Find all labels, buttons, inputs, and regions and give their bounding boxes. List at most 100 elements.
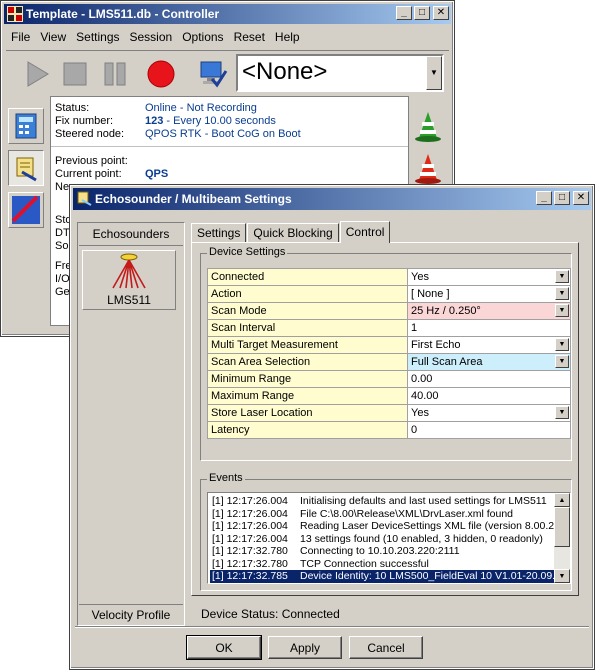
event-row[interactable]: [1] 12:17:26.004 File C:\8.00\Release\XML…: [210, 508, 554, 521]
pause-button[interactable]: [98, 57, 132, 91]
setting-value: [ None ]: [411, 288, 450, 300]
setting-name: Scan Mode: [207, 302, 408, 320]
event-text: 13 settings found (10 enabled, 3 hidden,…: [300, 532, 543, 545]
event-time: [1] 12:17:32.780: [212, 545, 288, 557]
apply-button[interactable]: Apply: [268, 636, 342, 659]
computer-check-icon: [200, 61, 228, 88]
cone-green-icon[interactable]: [413, 110, 443, 147]
event-text: TCP Connection successful: [300, 557, 429, 570]
setting-dropdown[interactable]: Full Scan Area ▼: [407, 353, 571, 371]
events-legend: Events: [207, 472, 245, 484]
record-button[interactable]: [144, 57, 178, 91]
setting-name: Minimum Range: [207, 370, 408, 388]
controller-titlebar[interactable]: Template - LMS511.db - Controller _ □ ✕: [4, 4, 451, 24]
calculator-button[interactable]: [8, 108, 44, 144]
cancel-button[interactable]: Cancel: [349, 636, 423, 659]
minimize-button[interactable]: _: [536, 191, 552, 205]
scroll-down-icon[interactable]: ▼: [554, 569, 570, 583]
setting-dropdown[interactable]: Yes ▼: [407, 268, 571, 286]
chevron-down-icon[interactable]: ▼: [555, 287, 569, 300]
settings-row: Minimum Range 0.00: [207, 370, 571, 388]
maximize-button[interactable]: □: [414, 6, 430, 20]
cone-red-icon[interactable]: [413, 152, 443, 189]
chevron-down-icon[interactable]: ▼: [555, 338, 569, 351]
setting-value: First Echo: [411, 339, 461, 351]
device-list: LMS511: [79, 245, 183, 607]
map-icon: [11, 195, 40, 224]
minimize-button[interactable]: _: [396, 6, 412, 20]
menu-session[interactable]: Session: [125, 28, 178, 46]
setting-value: Yes: [411, 271, 429, 283]
event-row[interactable]: [1] 12:17:26.004 13 settings found (10 en…: [210, 533, 554, 546]
device-tile-lms511[interactable]: LMS511: [82, 250, 176, 310]
echosounder-button[interactable]: [8, 150, 44, 186]
menu-settings[interactable]: Settings: [71, 28, 124, 46]
events-scrollbar[interactable]: ▲ ▼: [554, 493, 570, 583]
chevron-down-icon[interactable]: ▼: [555, 355, 569, 368]
setting-dropdown[interactable]: [ None ] ▼: [407, 285, 571, 303]
node-combo[interactable]: <None> ▼: [236, 54, 444, 92]
setting-input[interactable]: 0: [407, 421, 571, 439]
settings-row: Multi Target Measurement First Echo ▼: [207, 336, 571, 354]
events-group: Events [1] 12:17:26.004 Initialising defa…: [200, 472, 572, 591]
event-row[interactable]: [1] 12:17:26.004 Initialising defaults an…: [210, 495, 554, 508]
setting-dropdown[interactable]: Yes ▼: [407, 404, 571, 422]
event-text: Reading Laser DeviceSettings XML file (v…: [300, 520, 554, 532]
event-row[interactable]: [1] 12:17:26.004 Reading Laser DeviceSett…: [210, 520, 554, 533]
event-text: Initialising defaults and last used sett…: [300, 495, 547, 507]
tab-control[interactable]: Control: [339, 221, 391, 243]
event-row[interactable]: [1] 12:17:32.785 Device Identity: 10 LMS5…: [210, 570, 554, 583]
event-time: [1] 12:17:32.785: [212, 570, 288, 582]
event-row[interactable]: [1] 12:17:32.780 Connecting to 10.10.203.…: [210, 545, 554, 558]
scroll-thumb[interactable]: [554, 507, 570, 547]
close-button[interactable]: ✕: [433, 6, 449, 20]
setting-input[interactable]: 0.00: [407, 370, 571, 388]
play-icon: [27, 61, 49, 87]
setting-dropdown[interactable]: 25 Hz / 0.250° ▼: [407, 302, 571, 320]
setting-name: Latency: [207, 421, 408, 439]
divider: [51, 146, 408, 147]
menu-options[interactable]: Options: [177, 28, 228, 46]
setting-input[interactable]: 1: [407, 319, 571, 337]
stop-button[interactable]: [58, 57, 92, 91]
close-button[interactable]: ✕: [573, 191, 589, 205]
menu-view[interactable]: View: [35, 28, 71, 46]
sidebar-header: Echosounders: [92, 227, 170, 241]
right-rail: [411, 110, 447, 190]
menu-file[interactable]: File: [6, 28, 35, 46]
pause-icon: [104, 62, 126, 86]
tab-settings[interactable]: Settings: [191, 223, 247, 243]
maximize-button[interactable]: □: [554, 191, 570, 205]
setting-name: Scan Area Selection: [207, 353, 408, 371]
echosounder-sidebar: Echosounders LMS511 Velocity Profile: [77, 222, 185, 626]
node-combo-value: <None>: [242, 58, 328, 85]
play-button[interactable]: [20, 57, 54, 91]
events-list[interactable]: [1] 12:17:26.004 Initialising defaults an…: [207, 492, 571, 584]
map-button[interactable]: [8, 192, 44, 228]
setting-name: Multi Target Measurement: [207, 336, 408, 354]
scroll-up-icon[interactable]: ▲: [554, 493, 570, 507]
setting-value: 0.00: [411, 373, 433, 385]
menu-reset[interactable]: Reset: [229, 28, 270, 46]
event-text: Connecting to 10.10.203.220:2111: [300, 545, 460, 557]
setting-input[interactable]: 40.00: [407, 387, 571, 405]
chevron-down-icon[interactable]: ▼: [426, 56, 442, 90]
event-row[interactable]: [1] 12:17:32.780 TCP Connection successfu…: [210, 558, 554, 571]
computer-check-button[interactable]: [196, 57, 230, 91]
previous-point-label: Previous point:: [55, 155, 128, 167]
chevron-down-icon[interactable]: ▼: [555, 304, 569, 317]
left-rail: [6, 98, 48, 328]
divider: [75, 626, 589, 628]
chevron-down-icon[interactable]: ▼: [555, 406, 569, 419]
device-status: Device Status: Connected: [201, 607, 340, 621]
chevron-down-icon[interactable]: ▼: [555, 270, 569, 283]
velocity-profile-button[interactable]: Velocity Profile: [79, 604, 183, 624]
setting-dropdown[interactable]: First Echo ▼: [407, 336, 571, 354]
calculator-icon: [15, 113, 37, 139]
menu-help[interactable]: Help: [270, 28, 305, 46]
setting-name: Scan Interval: [207, 319, 408, 337]
dialog-titlebar[interactable]: Echosounder / Multibeam Settings _ □ ✕: [73, 188, 591, 210]
tab-quick-blocking[interactable]: Quick Blocking: [247, 223, 339, 243]
setting-value: 0: [411, 424, 418, 436]
ok-button[interactable]: OK: [186, 635, 262, 660]
